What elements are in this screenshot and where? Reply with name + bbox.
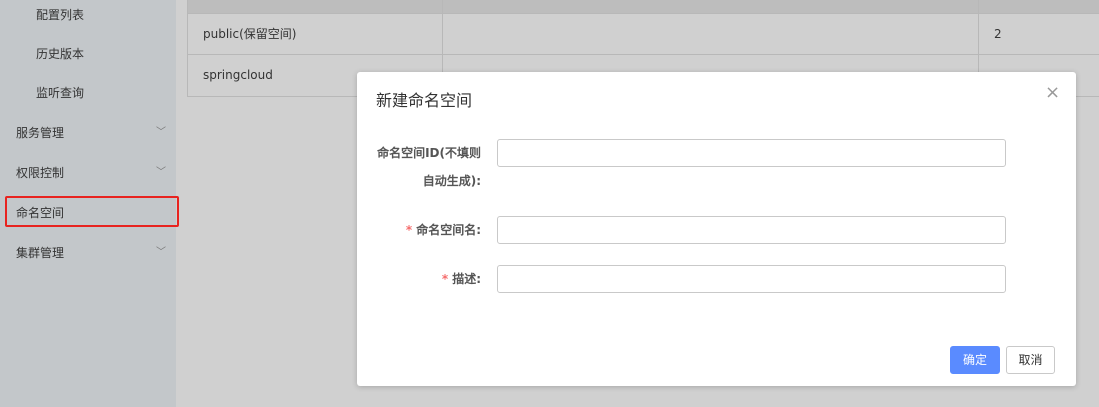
description-input[interactable] bbox=[497, 265, 1006, 293]
label-text: 命名空间名: bbox=[416, 223, 481, 237]
required-mark: * bbox=[441, 272, 449, 286]
sidebar-item-history[interactable]: 历史版本 bbox=[0, 39, 176, 69]
sidebar-item-label: 集群管理 bbox=[16, 246, 65, 260]
chevron-down-icon: ﹀ bbox=[156, 247, 166, 258]
sidebar: 配置列表 历史版本 监听查询 服务管理 ﹀ 权限控制 ﹀ 命名空间 集群管理 ﹀ bbox=[0, 0, 179, 407]
namespace-name-label: * 命名空间名: bbox=[406, 217, 481, 243]
sidebar-item-cluster-management[interactable]: 集群管理 ﹀ bbox=[0, 238, 176, 268]
sidebar-item-label: 服务管理 bbox=[16, 126, 65, 140]
table-header bbox=[188, 0, 1099, 14]
header-cell bbox=[188, 0, 443, 13]
namespace-id bbox=[443, 14, 979, 54]
description-label: * 描述: bbox=[442, 266, 481, 292]
highlight-box bbox=[5, 196, 179, 227]
close-icon[interactable]: × bbox=[1045, 82, 1060, 103]
required-mark: * bbox=[405, 223, 413, 237]
sidebar-item-config-list[interactable]: 配置列表 bbox=[0, 0, 176, 30]
header-cell bbox=[443, 0, 979, 13]
label-text: 描述: bbox=[452, 272, 481, 286]
sidebar-item-service-management[interactable]: 服务管理 ﹀ bbox=[0, 118, 176, 148]
chevron-down-icon: ﹀ bbox=[156, 127, 166, 138]
new-namespace-dialog: 新建命名空间 × 命名空间ID(不填则 自动生成): * 命名空间名: * 描述: … bbox=[357, 72, 1076, 386]
config-count: 2 bbox=[994, 27, 1002, 41]
table-row: public(保留空间) 2 bbox=[188, 14, 1099, 55]
dialog-title: 新建命名空间 bbox=[376, 91, 473, 110]
sidebar-item-access-control[interactable]: 权限控制 ﹀ bbox=[0, 158, 176, 188]
namespace-name-input[interactable] bbox=[497, 216, 1006, 244]
label-line: 命名空间ID(不填则 bbox=[377, 146, 481, 160]
cancel-button[interactable]: 取消 bbox=[1006, 346, 1055, 374]
chevron-down-icon: ﹀ bbox=[156, 167, 166, 178]
label-line: 自动生成): bbox=[422, 174, 481, 188]
namespace-id-label: 命名空间ID(不填则 自动生成): bbox=[377, 140, 481, 194]
namespace-name: public(保留空间) bbox=[188, 14, 443, 54]
sidebar-item-label: 权限控制 bbox=[16, 166, 65, 180]
sidebar-item-listener-query[interactable]: 监听查询 bbox=[0, 78, 176, 108]
confirm-button[interactable]: 确定 bbox=[950, 346, 1000, 374]
namespace-id-input[interactable] bbox=[497, 139, 1006, 167]
